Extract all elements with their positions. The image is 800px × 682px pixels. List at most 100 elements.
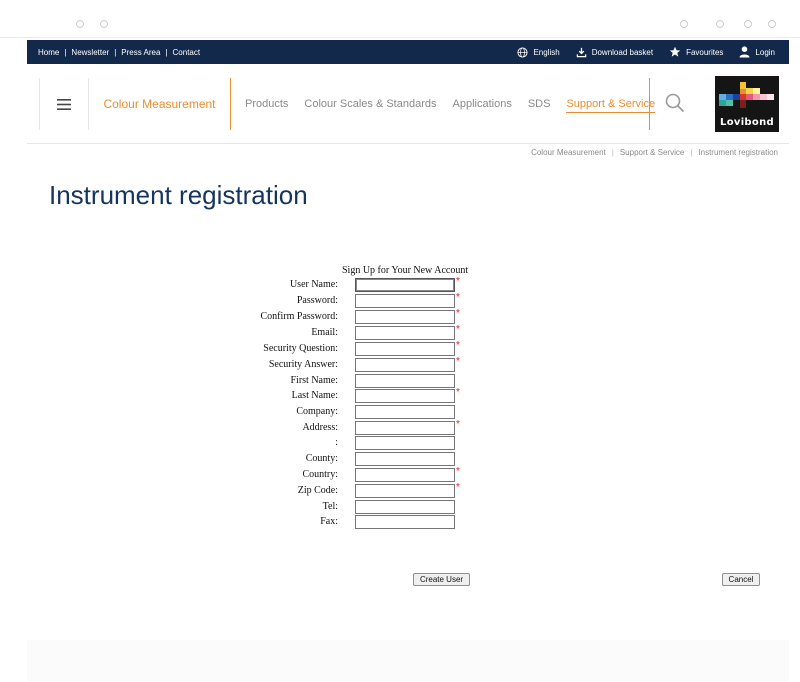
text-input[interactable] [355, 310, 455, 324]
nav-colour-scales[interactable]: Colour Scales & Standards [304, 98, 436, 110]
field-label: Company: [296, 406, 338, 417]
text-input[interactable] [355, 278, 455, 292]
form-row: Tel: [200, 500, 480, 515]
divider [649, 78, 650, 130]
download-basket-link[interactable]: Download basket [576, 47, 653, 58]
required-marker: * [456, 466, 460, 477]
breadcrumb: Colour Measurement | Support & Service |… [531, 148, 778, 157]
required-marker: * [456, 292, 460, 303]
field-label: Email: [311, 327, 338, 338]
field-label: Address: [302, 422, 338, 433]
form-row: Country: * [200, 466, 480, 483]
profile-icon[interactable] [768, 20, 776, 28]
field-label: Security Question: [263, 343, 338, 354]
link-press-area[interactable]: Press Area [121, 48, 160, 57]
required-marker: * [456, 340, 460, 351]
field-label: County: [305, 453, 338, 464]
language-selector[interactable]: English [517, 46, 560, 58]
globe-icon [517, 46, 528, 58]
text-input[interactable] [355, 421, 455, 435]
page-title: Instrument registration [49, 180, 308, 210]
page-footer-area [27, 640, 789, 682]
form-row: Password: * [200, 292, 480, 309]
nav-applications[interactable]: Applications [453, 98, 512, 110]
required-marker: * [456, 482, 460, 493]
nav-sds[interactable]: SDS [528, 98, 551, 110]
link-newsletter[interactable]: Newsletter [71, 48, 109, 57]
form-row: County: [200, 452, 480, 467]
text-input[interactable] [355, 468, 455, 482]
star-icon[interactable] [680, 20, 688, 28]
field-label: User Name: [289, 279, 338, 290]
link-contact[interactable]: Contact [173, 48, 201, 57]
breadcrumb-current: Instrument registration [698, 148, 778, 157]
form-row: Fax: [200, 515, 480, 530]
search-button[interactable] [661, 88, 689, 118]
site-header: Colour Measurement Products Colour Scale… [27, 64, 789, 144]
menu-button[interactable] [39, 78, 89, 130]
search-icon [665, 93, 685, 113]
form-row: Zip Code: * [200, 482, 480, 499]
text-input[interactable] [355, 436, 455, 450]
create-user-button[interactable]: Create User [413, 573, 470, 586]
star-icon [669, 46, 681, 57]
browser-toolbar [0, 0, 800, 38]
login-label: Login [755, 47, 775, 57]
text-input[interactable] [355, 452, 455, 466]
nav-products[interactable]: Products [245, 98, 288, 110]
form-row: Security Answer: * [200, 356, 480, 373]
text-input[interactable] [355, 515, 455, 529]
text-input[interactable] [355, 389, 455, 403]
favourites-link[interactable]: Favourites [669, 46, 723, 58]
cancel-button[interactable]: Cancel [722, 573, 760, 586]
required-marker: * [456, 276, 460, 287]
field-label: Fax: [320, 516, 338, 527]
form-row: : [200, 436, 480, 451]
form-caption: Sign Up for Your New Account [342, 265, 469, 276]
field-label: First Name: [290, 375, 339, 386]
lovibond-logo[interactable]: Lovibond [715, 76, 779, 132]
text-input[interactable] [355, 294, 455, 308]
login-link[interactable]: Login [739, 46, 775, 58]
breadcrumb-item[interactable]: Colour Measurement [531, 148, 606, 157]
text-input[interactable] [355, 405, 455, 419]
form-row: Address: * [200, 419, 480, 436]
nav-support-service[interactable]: Support & Service [566, 98, 656, 113]
main-navigation: Products Colour Scales & Standards Appli… [245, 96, 671, 113]
text-input[interactable] [355, 358, 455, 372]
breadcrumb-item[interactable]: Support & Service [620, 148, 684, 157]
text-input[interactable] [355, 342, 455, 356]
language-label: English [533, 47, 560, 57]
download-icon [576, 47, 586, 57]
user-icon [739, 46, 750, 58]
text-input[interactable] [355, 484, 455, 498]
field-label: Confirm Password: [260, 311, 339, 322]
required-marker: * [456, 387, 460, 398]
form-row: User Name: * [200, 276, 480, 293]
text-input[interactable] [355, 500, 455, 514]
text-input[interactable] [355, 374, 455, 388]
required-marker: * [456, 356, 460, 367]
form-row: Last Name: * [200, 387, 480, 404]
form-row: Security Question: * [200, 340, 480, 357]
favourites-label: Favourites [686, 47, 724, 57]
collections-icon[interactable] [744, 20, 752, 28]
link-home[interactable]: Home [38, 48, 59, 57]
field-label: Zip Code: [297, 485, 338, 496]
field-label: Password: [296, 295, 338, 306]
text-input[interactable] [355, 326, 455, 340]
field-label: Security Answer: [268, 359, 338, 370]
home-icon[interactable] [100, 20, 108, 28]
form-row: Email: * [200, 324, 480, 341]
reload-icon[interactable] [76, 20, 84, 28]
extensions-icon[interactable] [716, 20, 724, 28]
utility-links: Home | Newsletter | Press Area | Contact [38, 47, 201, 57]
form-row: Company: [200, 405, 480, 420]
required-marker: * [456, 324, 460, 335]
logo-text: Lovibond [720, 117, 774, 128]
logo-mark-icon [719, 82, 774, 108]
top-utility-bar: Home | Newsletter | Press Area | Contact… [27, 40, 789, 64]
form-row: First Name: [200, 374, 480, 389]
brand-link[interactable]: Colour Measurement [89, 78, 231, 130]
required-marker: * [456, 308, 460, 319]
